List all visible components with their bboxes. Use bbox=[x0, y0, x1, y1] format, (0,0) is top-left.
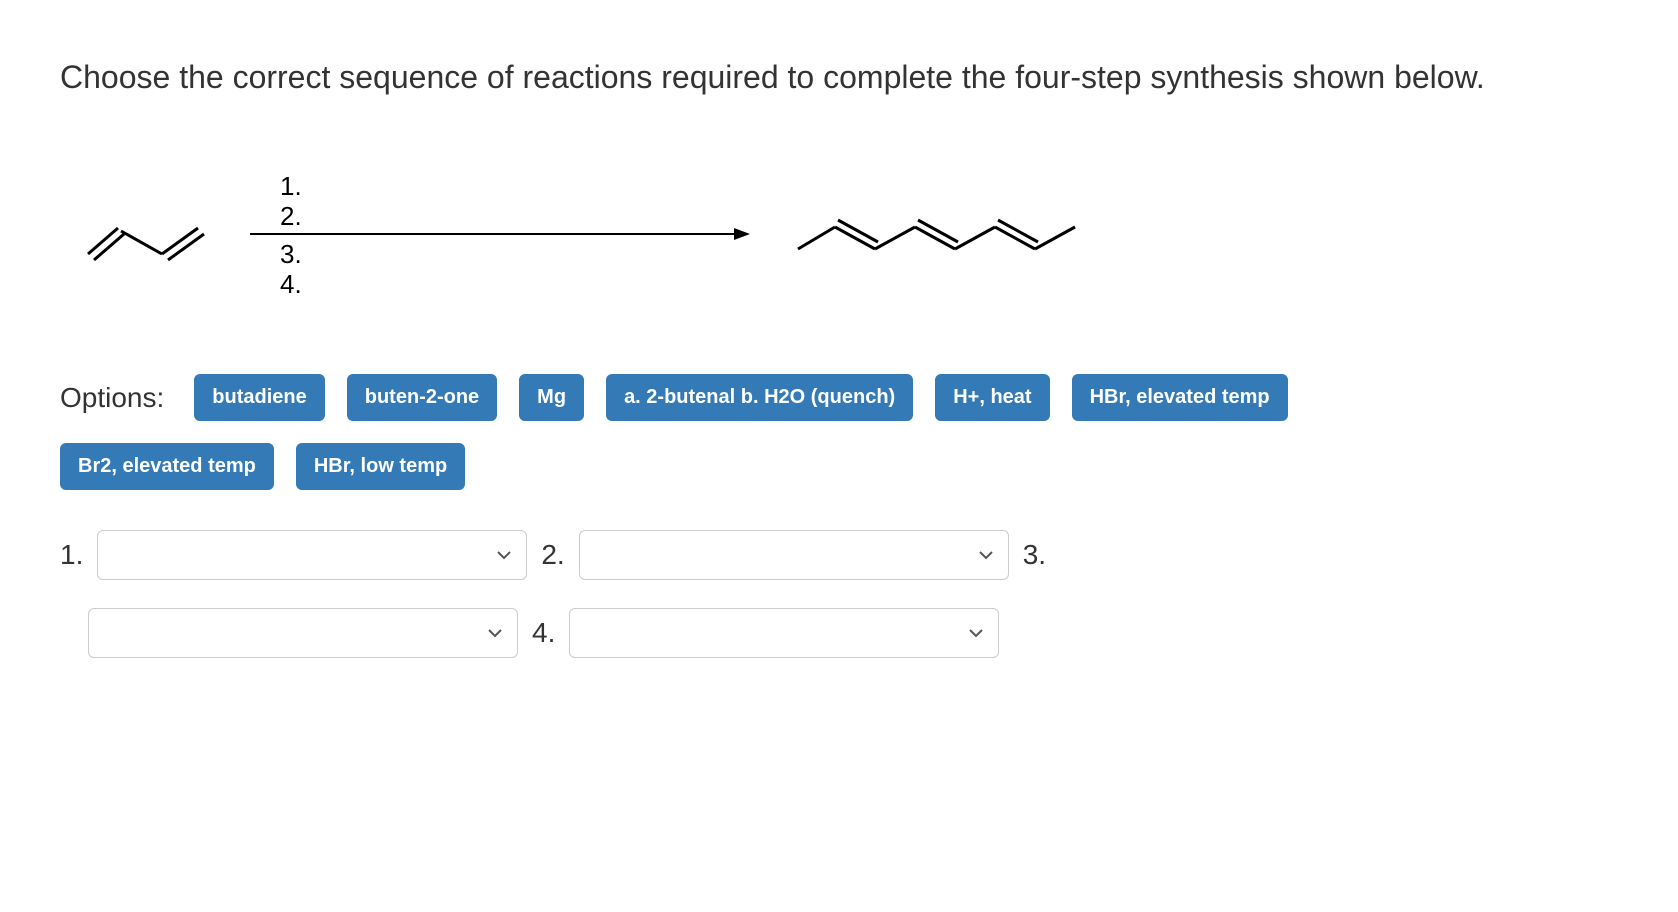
reaction-diagram: 1. 2. 3. 4. bbox=[80, 144, 1618, 324]
chevron-down-icon bbox=[968, 625, 984, 641]
option-butadiene[interactable]: butadiene bbox=[194, 374, 324, 421]
option-buten-2-one[interactable]: buten-2-one bbox=[347, 374, 497, 421]
options-label: Options: bbox=[60, 382, 164, 414]
step-label-4: 4. bbox=[280, 270, 302, 300]
slot-select-1[interactable] bbox=[97, 530, 527, 580]
answer-slots: 1. 2. 3. 4. bbox=[60, 530, 1618, 658]
step-label-2: 2. bbox=[280, 202, 302, 232]
step-label-1: 1. bbox=[280, 172, 302, 202]
option-hbr-elevated[interactable]: HBr, elevated temp bbox=[1072, 374, 1288, 421]
option-2-butenal-h2o[interactable]: a. 2-butenal b. H2O (quench) bbox=[606, 374, 913, 421]
options-row-1: Options: butadiene buten-2-one Mg a. 2-b… bbox=[60, 374, 1618, 421]
chevron-down-icon bbox=[487, 625, 503, 641]
starting-material-structure bbox=[80, 194, 230, 274]
product-structure bbox=[790, 199, 1090, 269]
reaction-arrow bbox=[250, 224, 750, 244]
slot-label-3: 3. bbox=[1023, 539, 1046, 571]
option-hbr-low[interactable]: HBr, low temp bbox=[296, 443, 465, 490]
chevron-down-icon bbox=[978, 547, 994, 563]
slot-label-1: 1. bbox=[60, 539, 83, 571]
slot-select-4[interactable] bbox=[569, 608, 999, 658]
option-h-plus-heat[interactable]: H+, heat bbox=[935, 374, 1049, 421]
step-label-3: 3. bbox=[280, 240, 302, 270]
arrow-labels-bottom: 3. 4. bbox=[280, 240, 302, 300]
slot-select-3[interactable] bbox=[88, 608, 518, 658]
option-mg[interactable]: Mg bbox=[519, 374, 584, 421]
arrow-labels-top: 1. 2. bbox=[280, 172, 302, 232]
slot-label-4: 4. bbox=[532, 617, 555, 649]
question-text: Choose the correct sequence of reactions… bbox=[60, 50, 1618, 104]
chevron-down-icon bbox=[496, 547, 512, 563]
reaction-arrow-section: 1. 2. 3. 4. bbox=[250, 224, 750, 244]
slot-label-2: 2. bbox=[541, 539, 564, 571]
options-row-2: Br2, elevated temp HBr, low temp bbox=[60, 443, 1618, 490]
slot-select-2[interactable] bbox=[579, 530, 1009, 580]
option-br2-elevated[interactable]: Br2, elevated temp bbox=[60, 443, 274, 490]
